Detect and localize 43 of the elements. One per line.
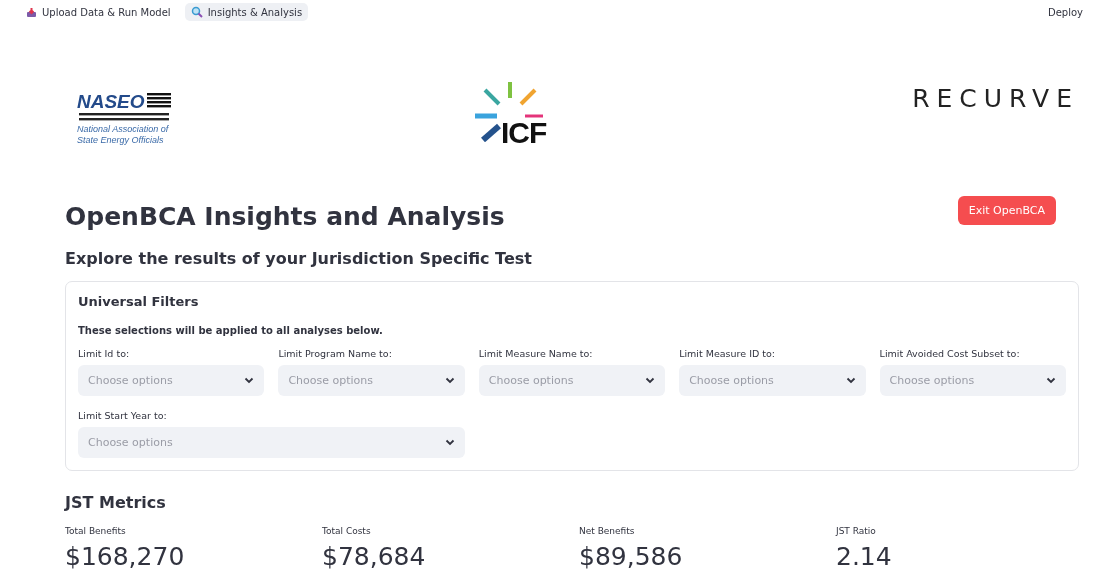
metric-value: $168,270: [65, 542, 186, 571]
field-label: Limit Program Name to:: [278, 348, 393, 359]
chevron-down-icon: [845, 377, 856, 384]
deploy-button[interactable]: Deploy: [1042, 5, 1089, 19]
multiselect-field[interactable]: Choose options: [78, 365, 265, 396]
metric-value: $89,586: [579, 542, 684, 571]
logo-name: NASEO: [77, 92, 145, 112]
search-icon: [190, 6, 203, 18]
multiselect-field[interactable]: Choose options: [679, 365, 866, 396]
metric-label: JST Ratio: [836, 526, 877, 536]
metric-label: Total Costs: [322, 526, 372, 536]
field-label: Limit Measure Name to:: [478, 348, 594, 359]
metric-label: Total Benefits: [65, 526, 127, 536]
chevron-down-icon: [444, 439, 455, 446]
multiselect-field[interactable]: Choose options: [278, 365, 465, 396]
multiselect-field[interactable]: Choose options: [879, 365, 1066, 396]
field-label: Limit Avoided Cost Subset to:: [879, 348, 1021, 359]
logo-name: RECURVE: [912, 84, 1079, 113]
chevron-down-icon: [645, 377, 656, 384]
field-label: Limit Id to:: [78, 348, 131, 359]
metric-value: 2.14: [836, 542, 893, 571]
multiselect-field[interactable]: Choose options: [478, 365, 666, 396]
page-title: OpenBCA Insights and Analysis: [65, 202, 505, 231]
chevron-down-icon: [444, 377, 455, 384]
field-label: Limit Start Year to:: [78, 410, 168, 421]
chevron-down-icon: [1046, 377, 1056, 384]
logo-tagline: State Energy Officials: [77, 135, 165, 146]
exit-button[interactable]: Exit OpenBCA: [957, 196, 1056, 225]
logo-name: ICF: [501, 116, 547, 150]
metric-value: $78,684: [322, 542, 427, 571]
nav-page-tab[interactable]: Upload Data & Run Model: [20, 3, 177, 21]
stripes-icon: [79, 113, 169, 122]
multiselect-field[interactable]: Choose options: [78, 427, 465, 458]
logo-tagline: National Association of: [77, 124, 170, 135]
section-title: JST Metrics: [65, 493, 167, 512]
card-title: Universal Filters: [78, 294, 200, 309]
filters-note: These selections will be applied to all analyses below.: [78, 325, 384, 336]
metric-label: Net Benefits: [579, 526, 636, 536]
field-label: Limit Measure ID to:: [679, 348, 777, 359]
inbox-tray-icon: [26, 6, 37, 18]
chevron-down-icon: [244, 377, 255, 384]
nav-page-tab[interactable]: Insights & Analysis: [184, 3, 309, 21]
page-subtitle: Explore the results of your Jurisdiction Specific Test: [65, 249, 533, 268]
